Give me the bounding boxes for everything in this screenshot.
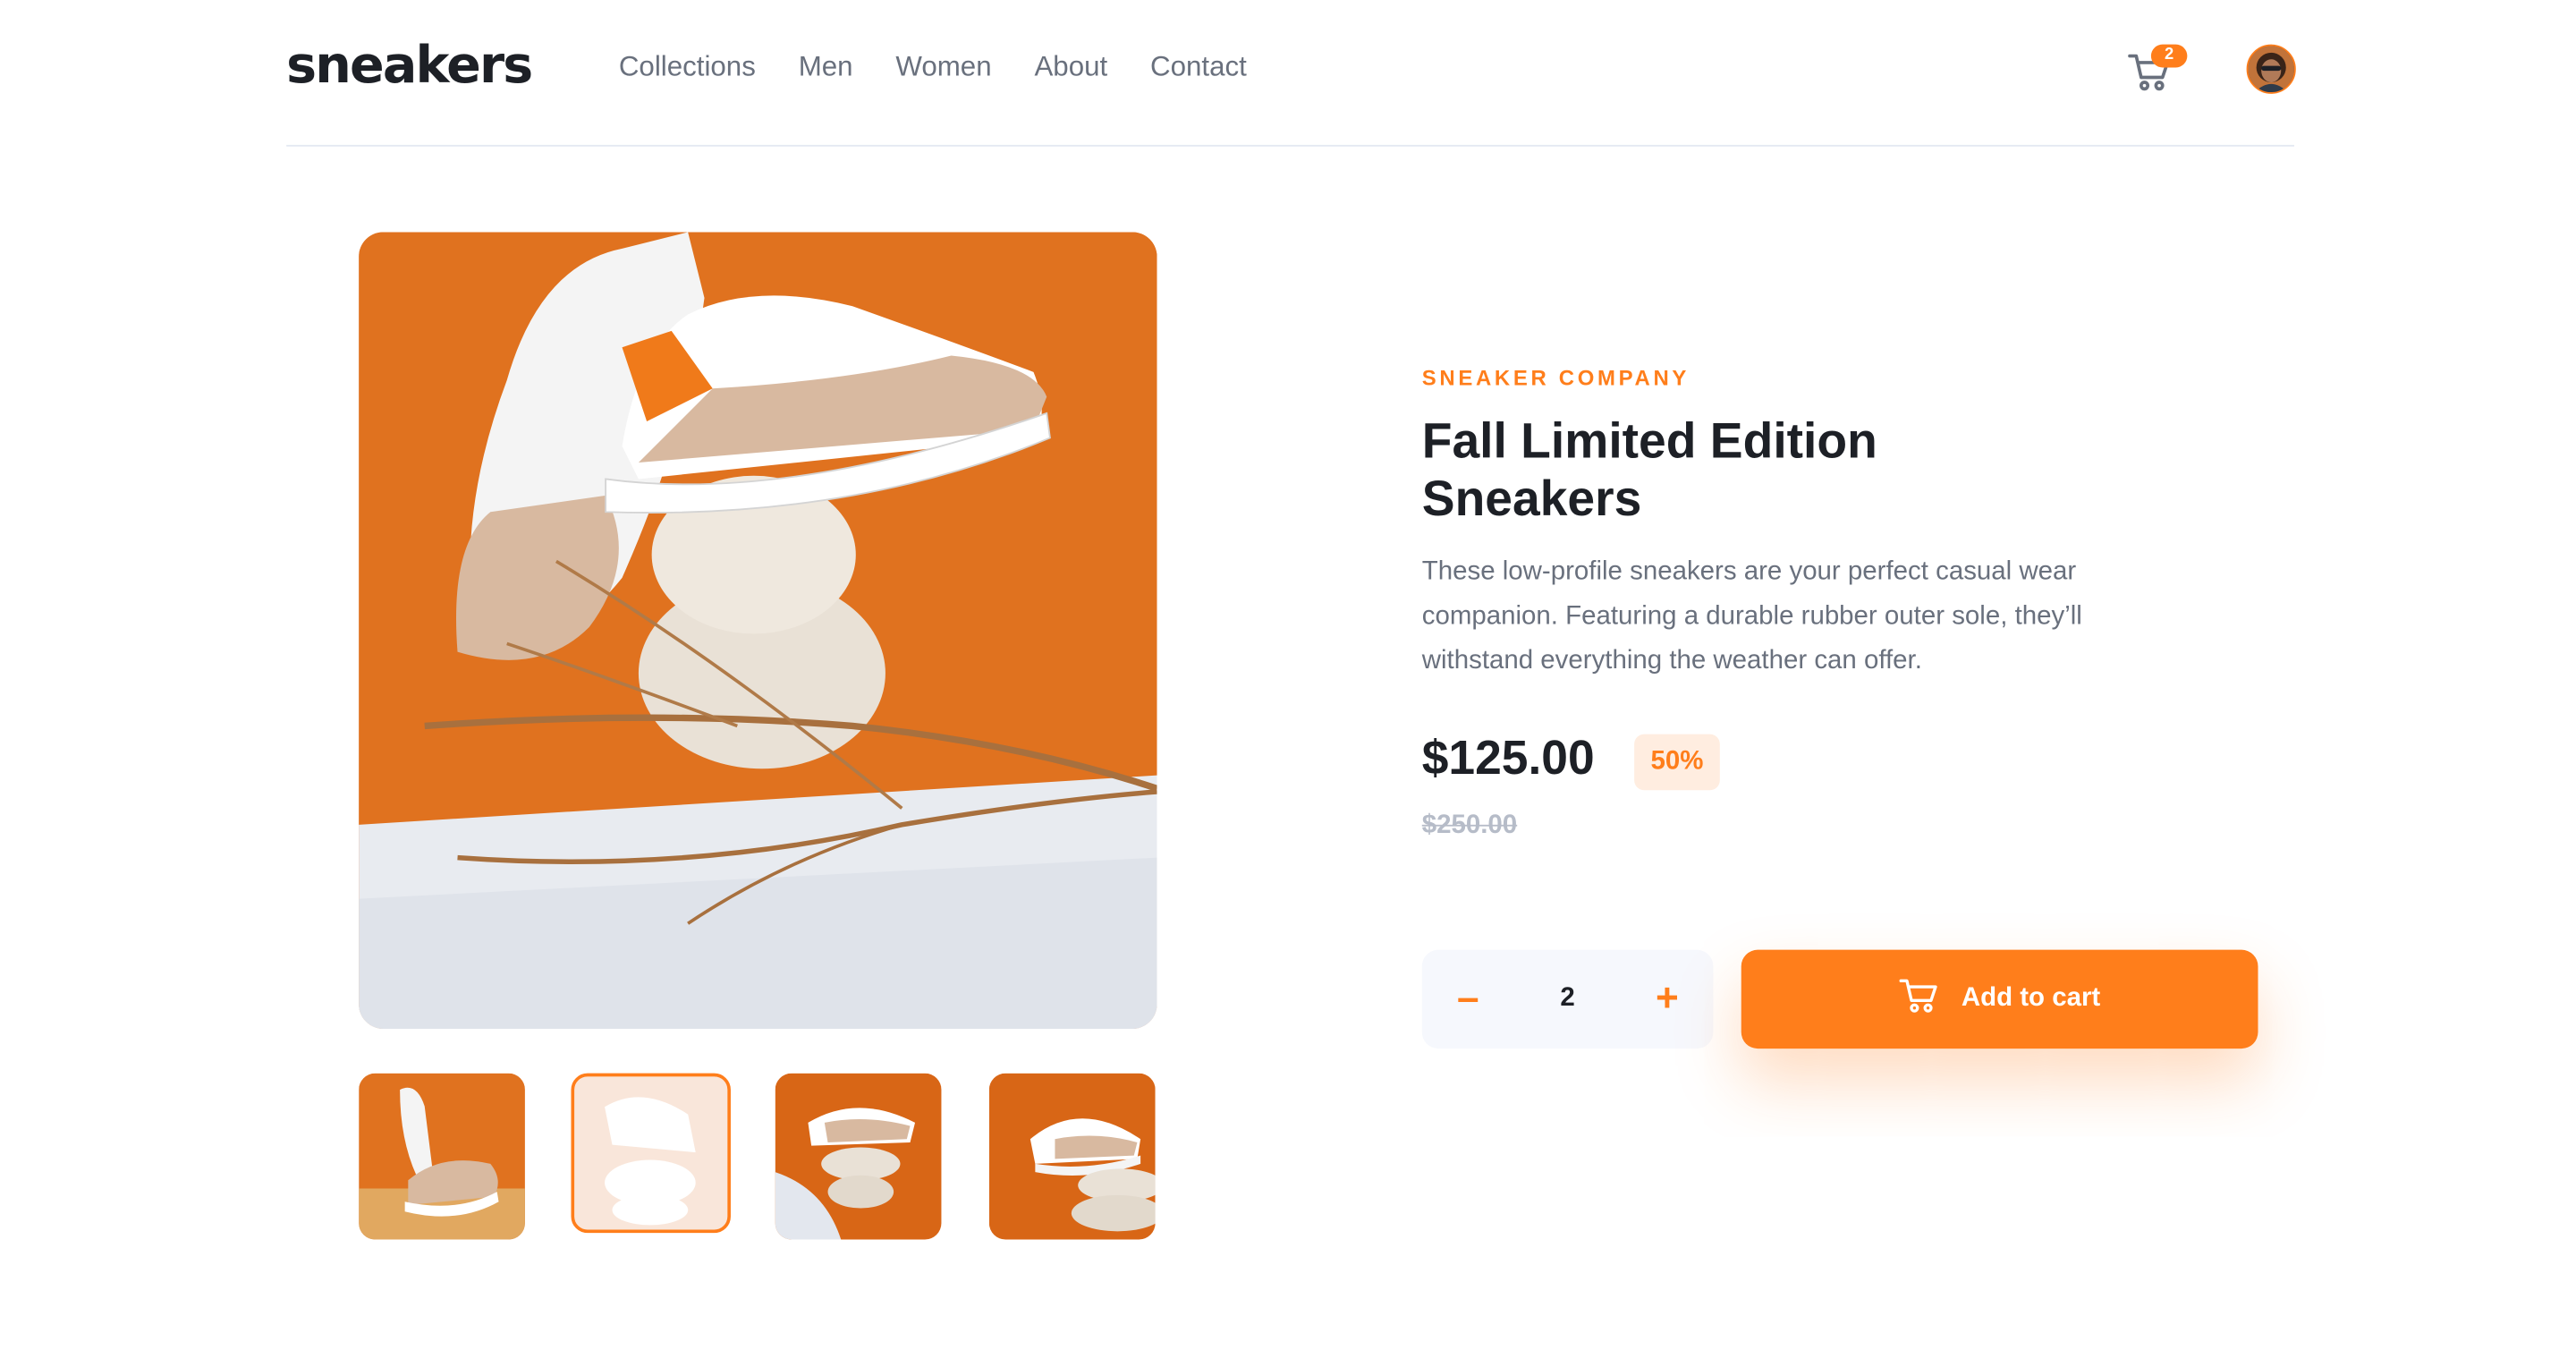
company-label: SNEAKER COMPANY — [1421, 365, 1690, 391]
logo[interactable]: sneakers — [286, 36, 533, 95]
current-price: $125.00 — [1421, 732, 1595, 785]
thumbnail-1[interactable] — [359, 1073, 525, 1240]
cart-icon — [1899, 977, 1938, 1022]
discount-badge: 50% — [1634, 734, 1720, 791]
thumbnail-strip — [359, 1073, 1157, 1240]
nav-collections[interactable]: Collections — [619, 51, 756, 84]
nav-about[interactable]: About — [1034, 51, 1107, 84]
nav-men[interactable]: Men — [799, 51, 853, 84]
product-description: These low-profile sneakers are your perf… — [1421, 557, 2082, 675]
product-title: Fall Limited Edition Sneakers — [1421, 414, 1877, 527]
quantity-stepper: – 2 + — [1421, 949, 1714, 1049]
thumbnail-2[interactable] — [571, 1073, 731, 1234]
site-header: sneakers Collections Men Women About Con… — [286, 0, 2296, 147]
increase-quantity-button[interactable]: + — [1621, 950, 1713, 1049]
thumbnail-4[interactable] — [988, 1073, 1156, 1240]
main-nav: Collections Men Women About Contact — [619, 51, 1247, 84]
decrease-quantity-button[interactable]: – — [1422, 950, 1514, 1049]
nav-contact[interactable]: Contact — [1150, 51, 1247, 84]
add-to-cart-button[interactable]: Add to cart — [1741, 949, 2258, 1049]
original-price: $250.00 — [1421, 811, 1518, 840]
thumbnail-3[interactable] — [775, 1073, 942, 1240]
product-main-image[interactable] — [359, 232, 1157, 1029]
product-page: sneakers Collections Men Women About Con… — [0, 0, 2576, 1350]
add-to-cart-label: Add to cart — [1961, 984, 2101, 1013]
nav-women[interactable]: Women — [895, 51, 991, 84]
avatar[interactable] — [2246, 44, 2296, 94]
quantity-value: 2 — [1560, 984, 1575, 1013]
cart-count-badge: 2 — [2150, 44, 2188, 68]
